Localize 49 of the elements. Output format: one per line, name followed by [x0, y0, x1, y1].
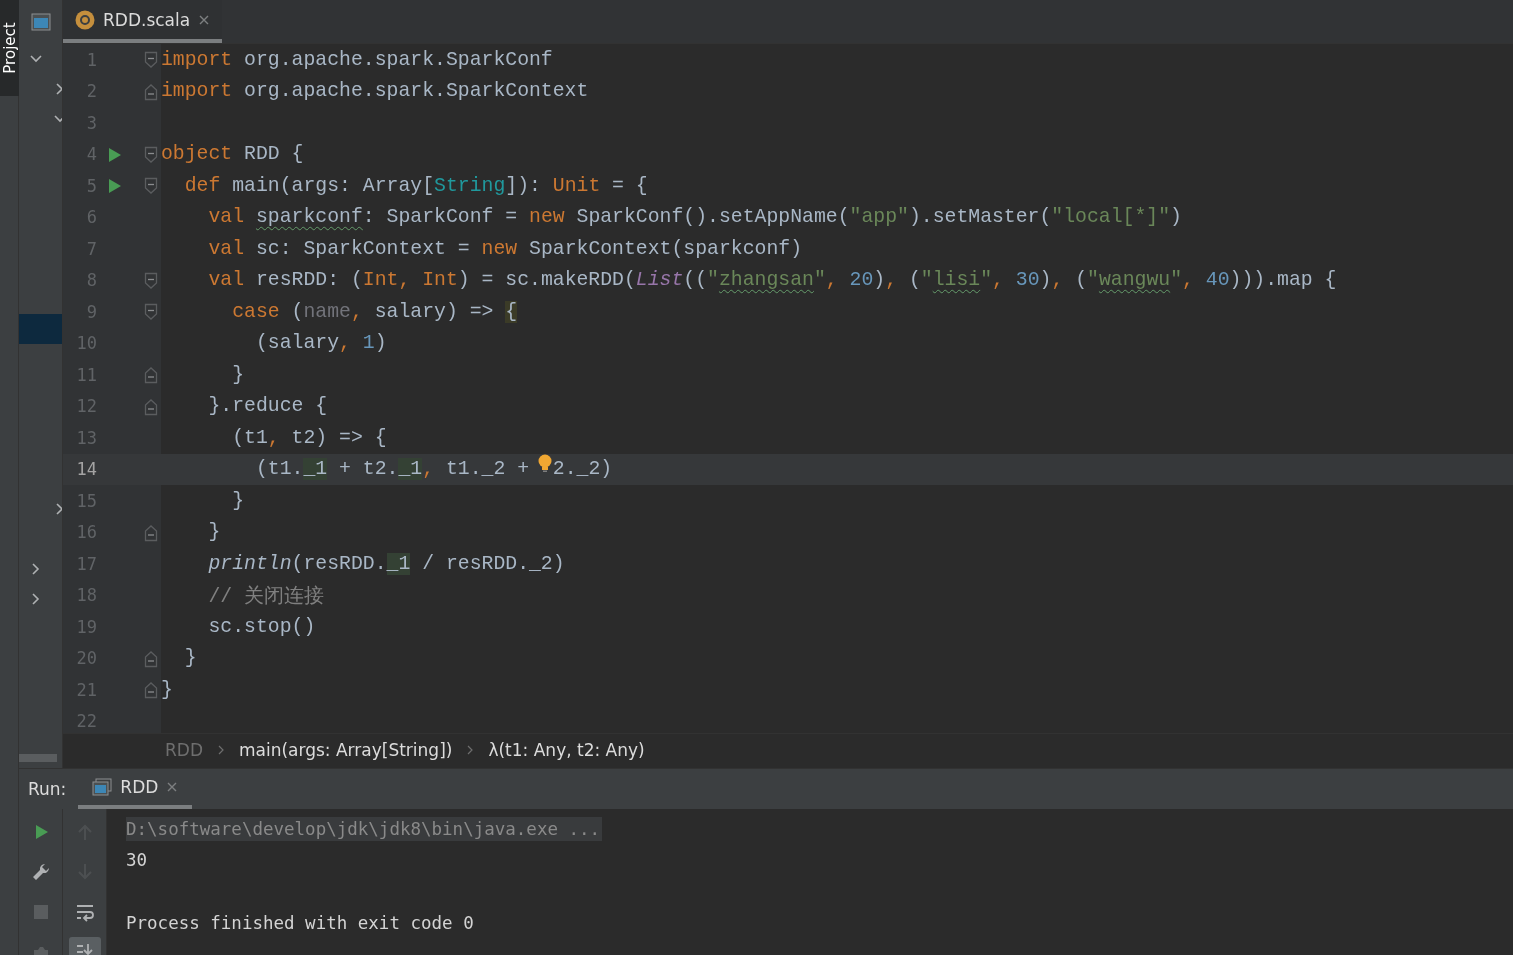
code-line: val sparkconf: SparkConf = new SparkConf().setAppName("app").setMaster("local[*]") [207, 206, 1182, 229]
code-line: sc.stop() [207, 615, 316, 638]
code-line: object RDD { [161, 143, 304, 166]
code-line: case (name, salary) => { [231, 300, 518, 323]
code-line: }.reduce { [207, 395, 328, 418]
fold-icon[interactable] [144, 271, 158, 290]
fold-icon[interactable] [144, 523, 158, 542]
fold-icon[interactable] [144, 303, 158, 321]
code-line: } [231, 363, 245, 386]
window-icon[interactable] [30, 13, 51, 31]
console-line: Process finished with exit code 0 [126, 913, 474, 934]
run-icon[interactable] [108, 146, 122, 163]
breadcrumb[interactable]: main(args: Array[String]) [239, 740, 453, 760]
project-tab[interactable]: Project [0, 0, 19, 96]
fold-icon[interactable] [144, 145, 158, 164]
separator-icon [217, 745, 225, 755]
fold-icon[interactable] [144, 51, 158, 69]
fold-icon[interactable] [144, 681, 158, 699]
breadcrumb[interactable]: λ(t1: Any, t2: Any) [488, 740, 645, 760]
fold-icon[interactable] [144, 366, 158, 384]
code-line: println(resRDD._1 / resRDD._2) [207, 552, 565, 575]
fold-icon[interactable] [144, 82, 158, 101]
line-number: 14 [75, 459, 97, 480]
code-line: (t1._1 + t2._1, t1._2 + 2._2) [254, 458, 613, 481]
run-icon[interactable] [108, 178, 122, 194]
console-line: 30 [126, 850, 148, 871]
scrollbar[interactable] [19, 754, 57, 762]
close-icon[interactable] [198, 13, 211, 26]
lightbulb-icon[interactable] [536, 454, 553, 475]
code-line: } [161, 678, 173, 701]
code-line: import org.apache.spark.SparkConf [161, 48, 553, 71]
code-line: def main(args: Array[String]): Unit = { [183, 174, 648, 197]
fold-icon[interactable] [144, 649, 158, 668]
code-line: // 关闭连接 [207, 585, 325, 608]
code-line: import org.apache.spark.SparkContext [161, 80, 589, 103]
code-line: } [183, 647, 197, 670]
window-icon [92, 778, 113, 796]
run-label: Run: [27, 779, 68, 799]
separator-icon [466, 745, 475, 755]
fold-icon[interactable] [144, 177, 158, 195]
fold-icon[interactable] [144, 397, 158, 416]
object-icon [75, 9, 95, 30]
close-icon[interactable] [166, 781, 179, 793]
code-line: (t1, t2) => { [231, 426, 387, 449]
code-line: val sc: SparkContext = new SparkContext(sparkconf) [207, 237, 803, 260]
code-line: (salary, 1) [254, 332, 387, 355]
code-line: } [207, 521, 221, 544]
code-line: val resRDD: (Int, Int) = sc.makeRDD(List(("zhangsan", 20), ("lisi", 30), ("wangwu", 40))).map { [207, 269, 1337, 292]
code-line: } [231, 489, 245, 512]
